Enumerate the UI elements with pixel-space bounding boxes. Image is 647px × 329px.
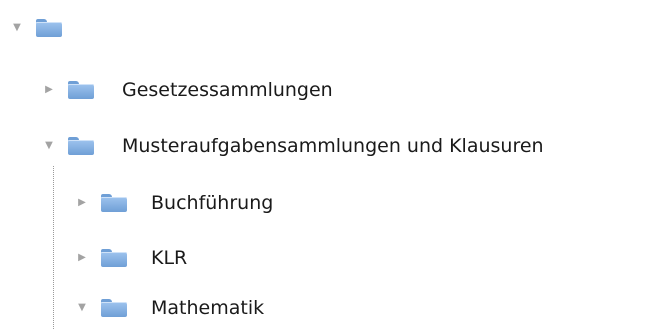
triangle-down-icon[interactable]: ▼ bbox=[75, 301, 89, 315]
folder-icon bbox=[101, 249, 127, 267]
tree-node-buchfuehrung[interactable]: ▶ Buchführung bbox=[75, 183, 273, 223]
folder-icon bbox=[68, 81, 94, 99]
tree-node-mathematik[interactable]: ▼ Mathematik bbox=[75, 288, 264, 328]
tree-node-musteraufgaben[interactable]: ▼ Musteraufgabensammlungen und Klausuren bbox=[42, 126, 544, 166]
folder-icon bbox=[101, 194, 127, 212]
tree-root[interactable]: ▼ bbox=[10, 8, 90, 48]
tree-node-label: Mathematik bbox=[151, 297, 265, 319]
triangle-down-icon[interactable]: ▼ bbox=[42, 139, 56, 153]
folder-icon bbox=[68, 137, 94, 155]
triangle-right-icon[interactable]: ▶ bbox=[42, 83, 56, 97]
tree-node-label: Gesetzessammlungen bbox=[122, 79, 333, 101]
tree-node-gesetzessammlungen[interactable]: ▶ Gesetzessammlungen bbox=[42, 70, 333, 110]
triangle-right-icon[interactable]: ▶ bbox=[75, 251, 89, 265]
tree-node-klr[interactable]: ▶ KLR bbox=[75, 238, 187, 278]
tree-node-label: Buchführung bbox=[151, 192, 274, 214]
tree-node-label: KLR bbox=[151, 247, 188, 269]
folder-icon bbox=[36, 19, 62, 37]
tree-node-label: Musteraufgabensammlungen und Klausuren bbox=[122, 135, 544, 157]
folder-icon bbox=[101, 299, 127, 317]
tree-guide-line bbox=[53, 166, 54, 329]
triangle-right-icon[interactable]: ▶ bbox=[75, 196, 89, 210]
triangle-down-icon[interactable]: ▼ bbox=[10, 21, 24, 35]
